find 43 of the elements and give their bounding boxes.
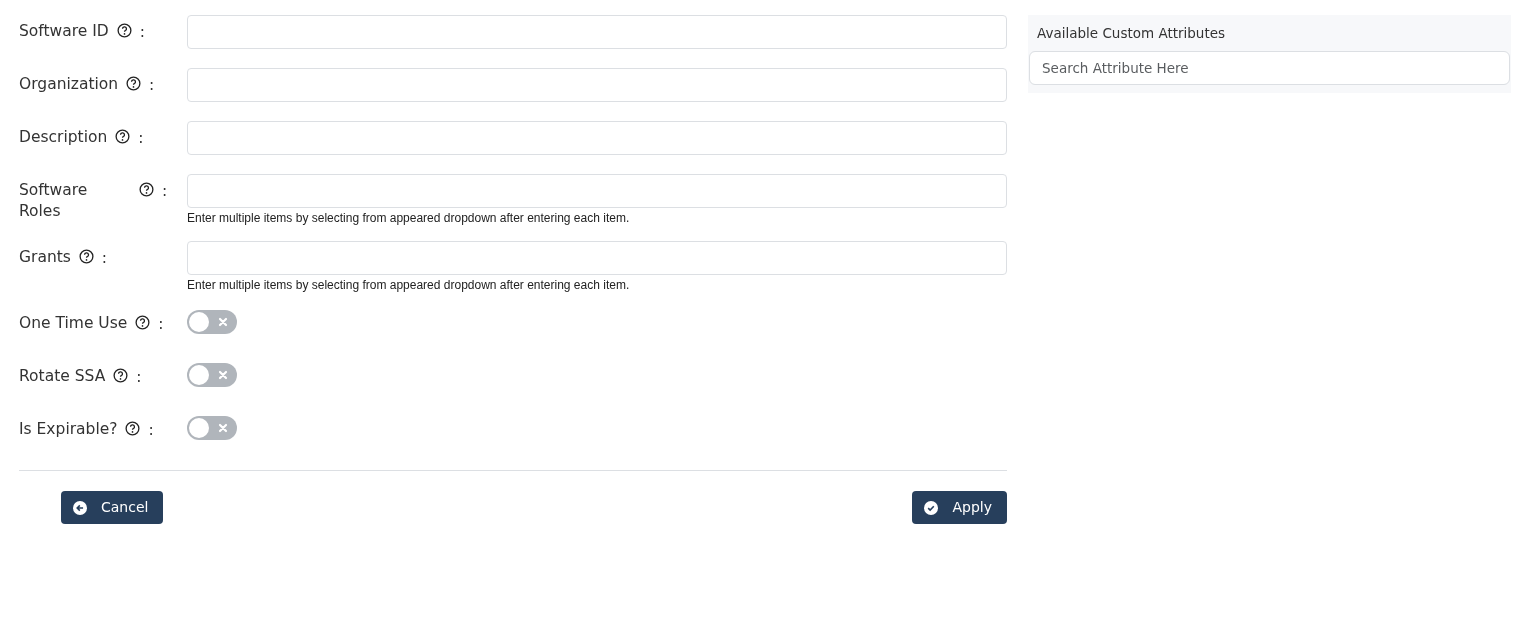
help-icon[interactable]: [139, 182, 154, 197]
colon: :: [138, 128, 144, 149]
help-icon[interactable]: [126, 76, 142, 91]
input-field[interactable]: [187, 15, 1007, 49]
panel-title: Available Custom Attributes: [1036, 24, 1227, 43]
search-field[interactable]: Search Attribute Here: [1029, 51, 1510, 86]
field-label: Organization: [19, 74, 119, 95]
help-icon[interactable]: [135, 315, 151, 330]
help-text: Enter multiple items by selecting from appeared dropdown after entering each item.: [187, 277, 631, 294]
help-text: Enter multiple items by selecting from appeared dropdown after entering each item.: [187, 210, 631, 227]
toggle-switch[interactable]: [187, 310, 237, 334]
field-label: Software Roles: [19, 180, 89, 222]
close-icon: [218, 370, 228, 380]
field-label: One Time Use: [19, 313, 128, 334]
cancel-button[interactable]: Cancel: [61, 491, 164, 524]
field-label: Description: [19, 127, 108, 148]
toggle-switch[interactable]: [187, 363, 237, 387]
help-icon[interactable]: [116, 23, 132, 38]
colon: :: [149, 75, 155, 96]
apply-button[interactable]: Apply: [912, 491, 1007, 524]
field-label: Rotate SSA: [19, 366, 106, 387]
colon: :: [162, 181, 168, 202]
input-field[interactable]: [187, 68, 1007, 102]
help-icon[interactable]: [115, 129, 131, 144]
colon: :: [136, 367, 142, 388]
colon: :: [101, 248, 108, 269]
field-label: Grants: [19, 247, 71, 268]
close-icon: [218, 423, 228, 433]
help-icon[interactable]: [78, 249, 94, 264]
input-field[interactable]: [187, 121, 1007, 155]
colon: :: [148, 420, 154, 441]
back-icon: [73, 500, 87, 515]
toggle-switch[interactable]: [187, 416, 237, 440]
colon: :: [158, 314, 164, 335]
field-label: Is Expirable?: [19, 419, 118, 440]
close-icon: [218, 317, 228, 327]
help-icon[interactable]: [125, 421, 141, 436]
field-label: Software ID: [19, 21, 109, 42]
input-field[interactable]: [187, 174, 1007, 208]
check-icon: [924, 500, 939, 515]
input-field[interactable]: [187, 241, 1007, 275]
help-icon[interactable]: [113, 368, 129, 383]
colon: :: [139, 22, 145, 43]
